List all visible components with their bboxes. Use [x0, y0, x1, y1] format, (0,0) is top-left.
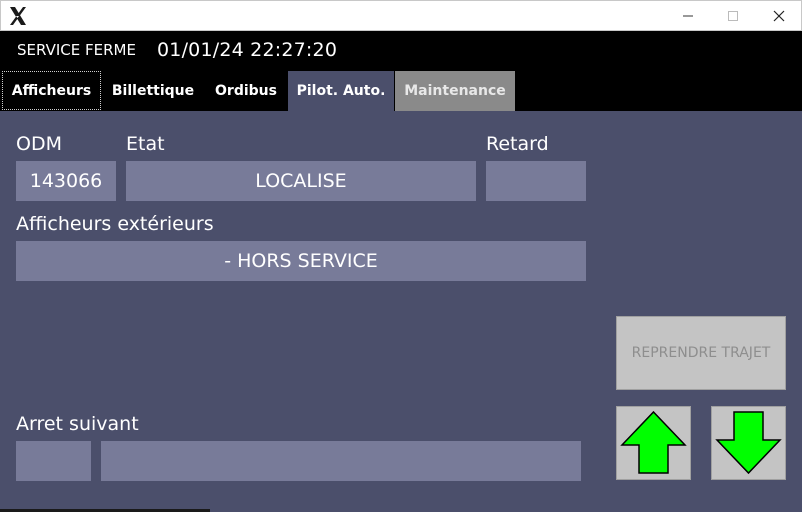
close-button[interactable] [756, 1, 802, 31]
tab-pilot-auto[interactable]: Pilot. Auto. [288, 71, 394, 111]
tab-ordibus[interactable]: Ordibus [206, 71, 286, 111]
odm-label: ODM [16, 133, 62, 155]
arret-code-field [16, 441, 91, 481]
afficheurs-exterieurs-field: - HORS SERVICE [16, 241, 586, 281]
tab-afficheurs[interactable]: Afficheurs [2, 71, 101, 110]
minimize-icon [683, 15, 693, 17]
afficheurs-exterieurs-label: Afficheurs extérieurs [16, 213, 214, 235]
arret-name-field [101, 441, 581, 481]
arrow-down-icon [715, 411, 782, 475]
odm-field: 143066 [16, 161, 116, 201]
reprendre-trajet-button[interactable]: REPRENDRE TRAJET [616, 316, 786, 390]
close-icon [773, 10, 785, 22]
arret-suivant-label: Arret suivant [16, 413, 139, 435]
tab-maintenance[interactable]: Maintenance [395, 71, 515, 111]
scroll-down-button[interactable] [711, 406, 786, 480]
status-header: SERVICE FERME 01/01/24 22:27:20 [0, 31, 802, 71]
window-titlebar [0, 0, 802, 31]
etat-field: LOCALISE [126, 161, 476, 201]
retard-field [486, 161, 586, 201]
tab-bar: Afficheurs Billettique Ordibus Pilot. Au… [0, 71, 802, 111]
etat-label: Etat [126, 133, 165, 155]
arrow-up-icon [620, 410, 687, 474]
scroll-up-button[interactable] [616, 406, 691, 480]
tab-billettique[interactable]: Billettique [103, 71, 203, 111]
maximize-button[interactable] [710, 1, 756, 31]
maximize-icon [728, 11, 738, 21]
retard-label: Retard [486, 133, 549, 155]
minimize-button[interactable] [665, 1, 711, 31]
datetime-display: 01/01/24 22:27:20 [157, 39, 338, 61]
service-status: SERVICE FERME [17, 41, 136, 59]
x-logo-icon [7, 5, 29, 27]
